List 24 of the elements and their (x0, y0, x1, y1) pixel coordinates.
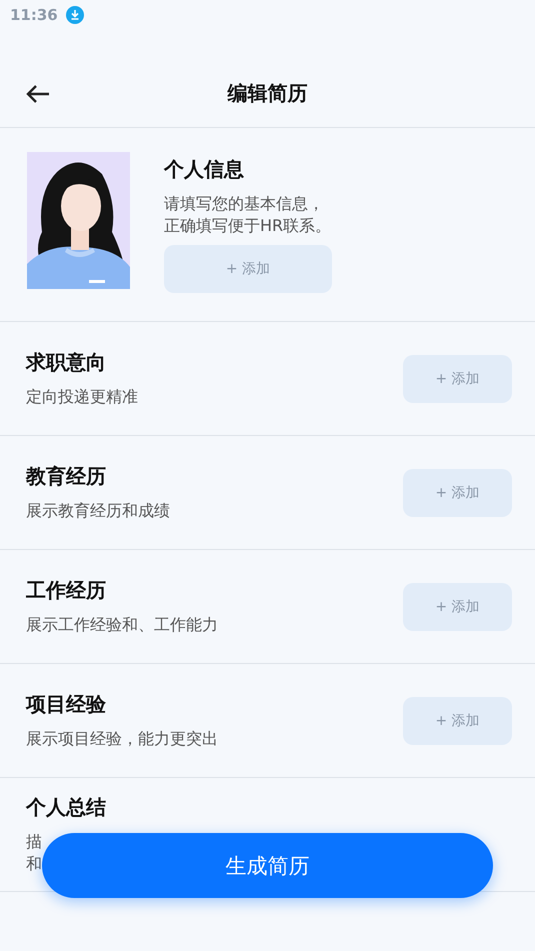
add-button[interactable]: + 添加 (403, 582, 512, 630)
add-button[interactable]: + 添加 (403, 354, 512, 402)
section-description: 展示工作经验和、工作能力 (26, 614, 218, 636)
generate-resume-button[interactable]: 生成简历 (42, 833, 493, 898)
section-title: 个人信息 (164, 156, 245, 183)
section-title: 求职意向 (26, 349, 107, 376)
section-title: 项目经验 (26, 691, 107, 718)
add-button[interactable]: + 添加 (403, 468, 512, 516)
section-title: 工作经历 (26, 577, 107, 604)
back-icon[interactable] (26, 84, 50, 104)
add-button[interactable]: + 添加 (403, 696, 512, 744)
section-description: 定向投递更精准 (26, 386, 138, 408)
section-description: 正确填写便于HR联系。 (164, 215, 332, 237)
download-icon (66, 6, 84, 24)
add-button[interactable]: + 添加 (164, 245, 332, 293)
section-description: 展示项目经验，能力更突出 (26, 728, 218, 750)
section-description: 和 (26, 853, 43, 875)
status-time: 11:36 (10, 6, 58, 24)
section-description: 描 (26, 831, 43, 853)
section-title: 个人总结 (26, 794, 106, 821)
section-title: 教育经历 (26, 463, 107, 490)
section-description: 展示教育经历和成绩 (26, 500, 170, 522)
page-title: 编辑简历 (228, 80, 308, 107)
section-description: 请填写您的基本信息， (164, 193, 325, 215)
